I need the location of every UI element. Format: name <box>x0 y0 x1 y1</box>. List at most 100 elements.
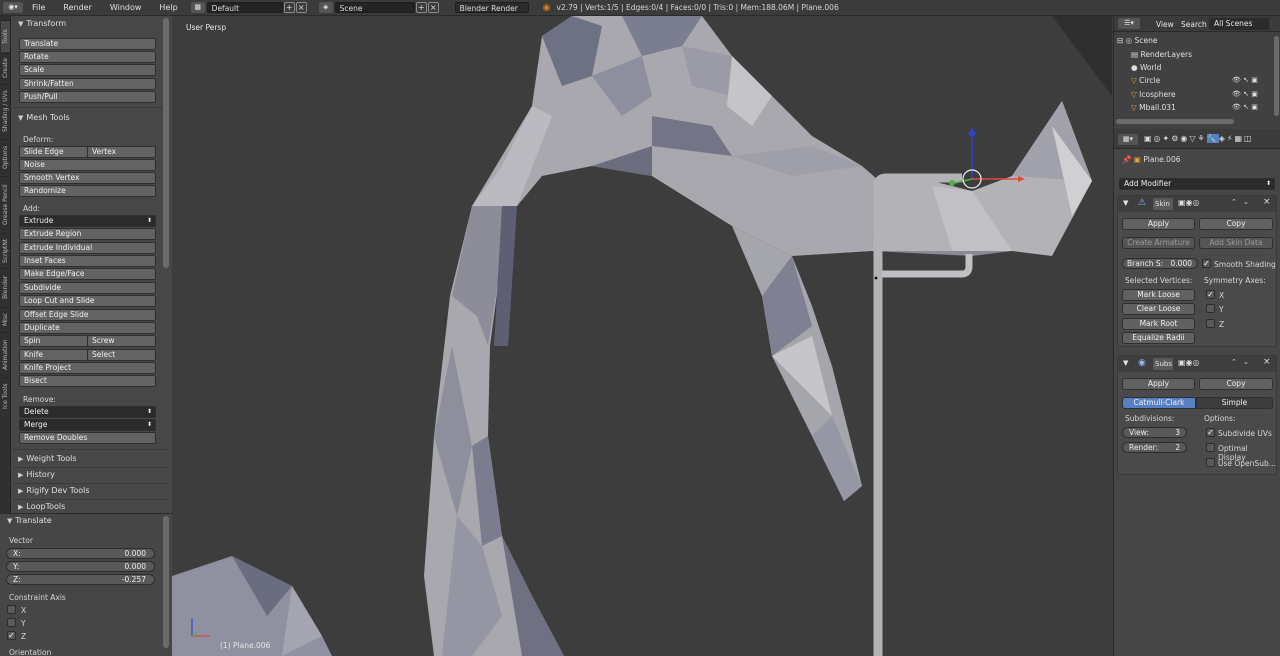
move-up-icon[interactable]: ⌃ <box>1231 358 1237 366</box>
constraint-x-checkbox[interactable] <box>7 605 16 614</box>
add-scene-icon[interactable]: + <box>415 2 427 13</box>
tab-grease-pencil[interactable]: Grease Pencil <box>1 176 10 232</box>
loop-cut-button[interactable]: Loop Cut and Slide <box>19 295 156 307</box>
remove-doubles-button[interactable]: Remove Doubles <box>19 432 156 444</box>
outliner-tab-search[interactable]: Search <box>1181 20 1207 29</box>
history-panel-header[interactable]: ▶ History <box>11 468 172 482</box>
subsurf-name-field[interactable]: Subs <box>1153 358 1173 370</box>
tab-blender[interactable]: Blender <box>1 268 10 306</box>
outliner-item-mball[interactable]: ▽ Mball.031 <box>1131 103 1176 112</box>
tab-options[interactable]: Options <box>1 139 10 175</box>
scene-field[interactable]: Scene <box>334 2 415 13</box>
editor-type-icon[interactable]: ◉▾ <box>3 2 23 13</box>
randomize-button[interactable]: Randomize <box>19 185 156 197</box>
move-down-icon[interactable]: ⌄ <box>1243 358 1249 366</box>
render-engine-dropdown[interactable]: Blender Render <box>454 2 529 13</box>
skin-copy-button[interactable]: Copy <box>1199 218 1273 230</box>
extrude-individual-button[interactable]: Extrude Individual <box>19 242 156 254</box>
inset-faces-button[interactable]: Inset Faces <box>19 255 156 267</box>
duplicate-button[interactable]: Duplicate <box>19 322 156 334</box>
collapse-arrow-icon[interactable]: ▼ <box>1123 199 1128 207</box>
symmetry-y-checkbox[interactable] <box>1206 304 1215 313</box>
tab-create[interactable]: Create <box>1 53 10 83</box>
properties-context-icons[interactable]: ▣◎✦⚙◉▽⚘🔧◈⚡▦◫ <box>1144 134 1254 143</box>
mesh-tools-panel-header[interactable]: ▼ Mesh Tools <box>11 111 172 125</box>
subsurf-copy-button[interactable]: Copy <box>1199 378 1273 390</box>
outliner-item-scene[interactable]: ⊟ ◎ Scene <box>1117 36 1157 45</box>
symmetry-x-checkbox[interactable]: ✓ <box>1206 290 1215 299</box>
transform-panel-header[interactable]: ▼ Transform <box>11 17 172 31</box>
outliner-item-renderlayers[interactable]: ▤ RenderLayers <box>1131 50 1192 59</box>
close-icon[interactable]: × <box>1263 197 1271 207</box>
mark-root-button[interactable]: Mark Root <box>1122 318 1195 330</box>
catmull-clark-button[interactable]: Catmull-Clark <box>1122 397 1196 409</box>
use-opensubdiv-checkbox[interactable] <box>1206 458 1215 467</box>
outliner-editor-icon[interactable]: ☰▾ <box>1118 18 1140 29</box>
merge-dropdown[interactable]: Merge ⬍ <box>19 419 156 431</box>
vector-z-field[interactable]: Z: -0.257 <box>6 574 155 585</box>
tab-shading-uvs[interactable]: Shading / UVs <box>1 84 10 138</box>
knife-button[interactable]: Knife <box>19 349 88 361</box>
subsurf-apply-button[interactable]: Apply <box>1122 378 1195 390</box>
menu-window[interactable]: Window <box>101 3 151 12</box>
outliner-tab-view[interactable]: View <box>1156 20 1174 29</box>
spin-button[interactable]: Spin <box>19 335 88 347</box>
outliner-item-world[interactable]: ● World <box>1131 63 1161 72</box>
knife-project-button[interactable]: Knife Project <box>19 362 156 374</box>
screen-layout-field[interactable]: Default <box>206 2 283 13</box>
translate-panel-header[interactable]: ▼ Translate <box>0 514 161 528</box>
outliner-item-circle[interactable]: ▽ Circle <box>1131 76 1160 85</box>
outliner-hscrollbar[interactable] <box>1116 119 1234 124</box>
add-modifier-dropdown[interactable]: Add Modifier ⬍ <box>1119 178 1275 190</box>
mball-visibility-icons[interactable]: 👁 ↖ ▣ <box>1232 103 1258 111</box>
noise-button[interactable]: Noise <box>19 159 156 171</box>
knife-select-button[interactable]: Select <box>87 349 156 361</box>
clear-loose-button[interactable]: Clear Loose <box>1122 303 1195 315</box>
push-pull-button[interactable]: Push/Pull <box>19 91 156 103</box>
render-levels-field[interactable]: Render: 2 <box>1122 442 1187 453</box>
make-edge-face-button[interactable]: Make Edge/Face <box>19 268 156 280</box>
3d-viewport[interactable]: User Persp (1) Plane.006 <box>172 16 1112 656</box>
symmetry-z-checkbox[interactable] <box>1206 319 1215 328</box>
remove-scene-icon[interactable]: × <box>427 2 439 13</box>
rotate-button[interactable]: Rotate <box>19 51 156 63</box>
remove-layout-icon[interactable]: × <box>295 2 307 13</box>
move-down-icon[interactable]: ⌄ <box>1243 198 1249 206</box>
layout-icon[interactable]: ▦ <box>190 2 205 13</box>
tab-ice-tools[interactable]: Ice Tools <box>1 377 10 415</box>
extrude-dropdown[interactable]: Extrude ⬍ <box>19 215 156 227</box>
operator-scrollbar[interactable] <box>163 516 169 648</box>
equalize-radii-button[interactable]: Equalize Radii <box>1122 332 1195 344</box>
pin-icon[interactable]: 📌 <box>1122 155 1134 164</box>
branch-smoothing-field[interactable]: Branch S: 0.000 <box>1122 258 1198 269</box>
tab-tools[interactable]: Tools <box>1 20 10 52</box>
skin-name-field[interactable]: Skin <box>1153 198 1173 210</box>
skin-apply-button[interactable]: Apply <box>1122 218 1195 230</box>
menu-render[interactable]: Render <box>54 3 100 12</box>
scale-button[interactable]: Scale <box>19 64 156 76</box>
delete-dropdown[interactable]: Delete ⬍ <box>19 406 156 418</box>
mark-loose-button[interactable]: Mark Loose <box>1122 289 1195 301</box>
all-scenes-dropdown[interactable]: All Scenes <box>1209 18 1269 30</box>
subsurf-display-toggles-icon[interactable]: ▣◉◎ <box>1178 358 1200 367</box>
collapse-arrow-icon[interactable]: ▼ <box>1123 359 1128 367</box>
menu-help[interactable]: Help <box>150 3 186 12</box>
smooth-vertex-button[interactable]: Smooth Vertex <box>19 172 156 184</box>
skin-display-toggles-icon[interactable]: ▣◉◎ <box>1178 198 1200 207</box>
shrink-fatten-button[interactable]: Shrink/Fatten <box>19 78 156 90</box>
circle-visibility-icons[interactable]: 👁 ↖ ▣ <box>1232 76 1258 84</box>
subdivide-uvs-checkbox[interactable]: ✓ <box>1206 428 1215 437</box>
rigify-panel-header[interactable]: ▶ Rigify Dev Tools <box>11 484 172 498</box>
optimal-display-checkbox[interactable] <box>1206 443 1215 452</box>
tab-misc[interactable]: Misc <box>1 307 10 331</box>
translate-button[interactable]: Translate <box>19 38 156 50</box>
add-skin-data-button[interactable]: Add Skin Data <box>1199 237 1273 249</box>
vertex-slide-button[interactable]: Vertex <box>87 146 156 158</box>
constraint-y-checkbox[interactable] <box>7 618 16 627</box>
outliner-item-icosphere[interactable]: ▽ Icosphere <box>1131 90 1176 99</box>
tab-animation[interactable]: Animation <box>1 332 10 376</box>
vector-x-field[interactable]: X: 0.000 <box>6 548 155 559</box>
vector-y-field[interactable]: Y: 0.000 <box>6 561 155 572</box>
shelf-scrollbar[interactable] <box>163 18 169 268</box>
close-icon[interactable]: × <box>1263 357 1271 367</box>
